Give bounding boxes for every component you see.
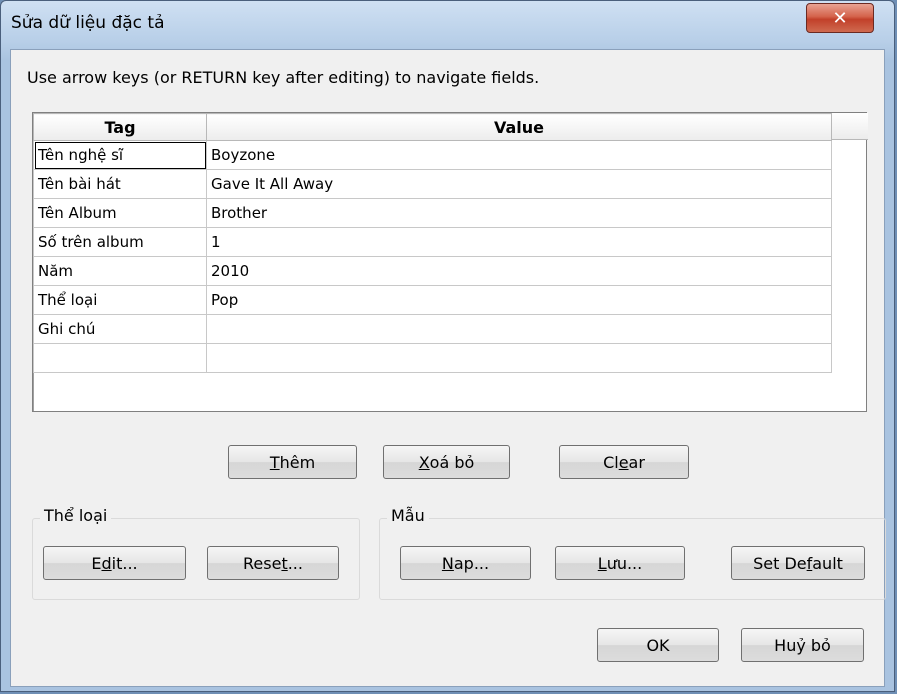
load-template-button[interactable]: Nap... [400, 546, 531, 580]
close-icon: ✕ [832, 7, 848, 29]
tag-cell[interactable]: Thể loại [33, 285, 207, 315]
column-header-tag[interactable]: Tag [33, 113, 207, 141]
table-row[interactable] [33, 343, 832, 373]
value-cell[interactable] [206, 314, 832, 344]
value-cell[interactable] [206, 343, 832, 373]
value-cell[interactable]: Boyzone [206, 140, 832, 170]
clear-button[interactable]: Cl e ar [559, 445, 689, 479]
tag-cell[interactable]: Năm [33, 256, 207, 286]
value-cell[interactable]: 1 [206, 227, 832, 257]
dialog-client-area: Use arrow keys (or RETURN key after edit… [10, 49, 886, 687]
table-row[interactable]: Ghi chú [33, 314, 832, 344]
tag-cell[interactable]: Số trên album [33, 227, 207, 257]
add-button[interactable]: Thêm [228, 445, 357, 479]
tag-cell[interactable]: Ghi chú [33, 314, 207, 344]
edit-genre-button[interactable]: Ed it... [43, 546, 186, 580]
close-button[interactable]: ✕ [806, 3, 874, 33]
value-cell[interactable]: Pop [206, 285, 832, 315]
set-default-button[interactable]: Set De f ault [731, 546, 865, 580]
title-bar[interactable]: Sửa dữ liệu đặc tả ✕ [1, 1, 894, 49]
tag-cell[interactable]: Tên nghệ sĩ [33, 140, 207, 170]
table-row[interactable]: Tên nghệ sĩ Boyzone [33, 140, 832, 170]
cancel-button[interactable]: Huỷ bỏ [741, 628, 864, 662]
instruction-text: Use arrow keys (or RETURN key after edit… [27, 68, 540, 87]
table-row[interactable]: Tên bài hát Gave It All Away [33, 169, 832, 199]
table-row[interactable]: Năm 2010 [33, 256, 832, 286]
ok-button[interactable]: OK [597, 628, 719, 662]
table-row[interactable]: Thể loại Pop [33, 285, 832, 315]
genre-group-label: Thể loại [40, 506, 112, 525]
tag-grid: Tag Value Tên nghệ sĩ Boyzone Tên bài há… [33, 113, 832, 373]
window-title: Sửa dữ liệu đặc tả [11, 13, 165, 33]
tag-table: Tag Value Tên nghệ sĩ Boyzone Tên bài há… [32, 112, 868, 412]
tag-cell[interactable] [33, 343, 207, 373]
table-row[interactable]: Số trên album 1 [33, 227, 832, 257]
table-row[interactable]: Tên Album Brother [33, 198, 832, 228]
value-cell[interactable]: Brother [206, 198, 832, 228]
tag-cell[interactable]: Tên Album [33, 198, 207, 228]
value-cell[interactable]: 2010 [206, 256, 832, 286]
tag-cell[interactable]: Tên bài hát [33, 169, 207, 199]
column-header-value[interactable]: Value [206, 113, 832, 141]
dialog-window: Sửa dữ liệu đặc tả ✕ Use arrow keys (or … [0, 0, 895, 692]
reset-genre-button[interactable]: Rese t... [207, 546, 339, 580]
table-header-filler [830, 113, 868, 140]
save-template-button[interactable]: Lưu... [555, 546, 685, 580]
value-cell[interactable]: Gave It All Away [206, 169, 832, 199]
delete-button[interactable]: Xoá bỏ [383, 445, 510, 479]
template-group-label: Mẫu [387, 506, 429, 525]
